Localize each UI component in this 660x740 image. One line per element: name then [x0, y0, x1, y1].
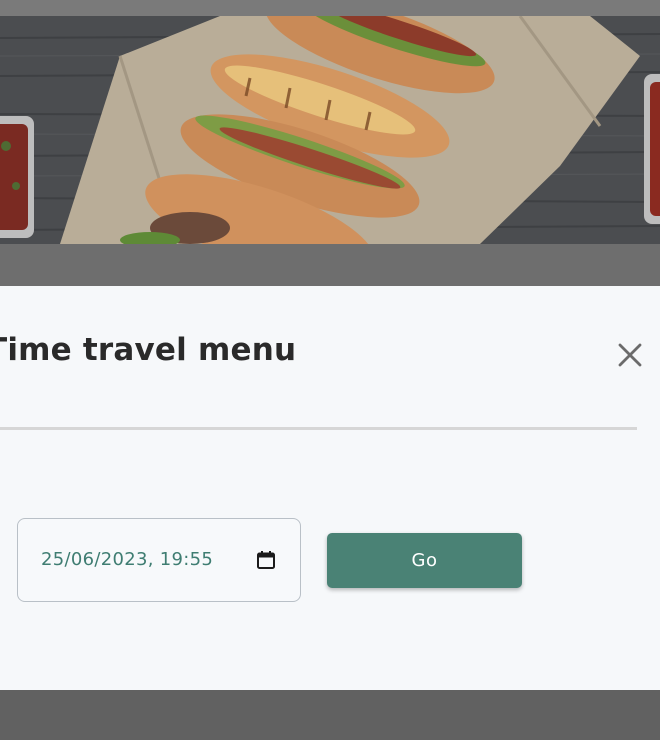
modal-title: Time travel menu [0, 332, 297, 368]
hero-image [0, 16, 660, 244]
app-screen: Time travel menu 25/06/2023, 19:55 Go [0, 0, 660, 740]
close-icon [618, 343, 642, 367]
calendar-icon[interactable] [256, 550, 276, 570]
close-button[interactable] [612, 337, 648, 373]
background-band-bottom [0, 690, 660, 740]
datetime-value: 25/06/2023, 19:55 [41, 549, 214, 570]
go-button[interactable]: Go [327, 533, 522, 588]
background-strip [0, 0, 660, 16]
hot-dogs-photo [0, 16, 660, 244]
datetime-input[interactable]: 25/06/2023, 19:55 [17, 518, 301, 602]
modal-divider [0, 427, 637, 430]
background-band [0, 244, 660, 286]
